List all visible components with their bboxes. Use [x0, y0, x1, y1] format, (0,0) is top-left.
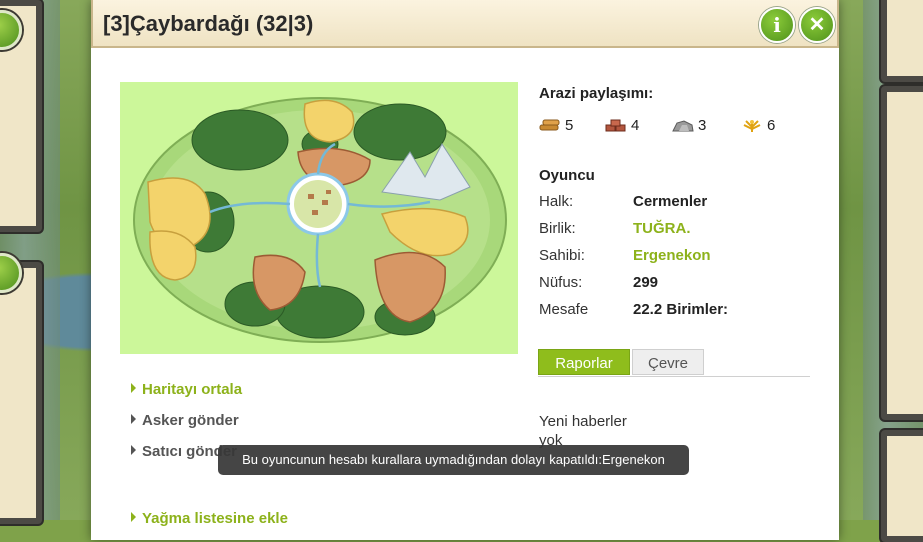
close-icon[interactable]: ✕ [799, 7, 835, 43]
village-map-illustration [133, 97, 507, 343]
center-map-label: Haritayı ortala [142, 381, 243, 398]
population-value: 299 [633, 274, 659, 291]
report-tabs: Raporlar Çevre [538, 348, 810, 377]
tribe-value: Cermenler [633, 193, 708, 210]
alliance-link[interactable]: TUĞRA. [633, 220, 691, 237]
population-label: Nüfus: [539, 274, 583, 291]
iron-count: 3 [698, 117, 707, 134]
banned-account-tooltip: Bu oyuncunun hesabı kurallara uymadığınd… [218, 445, 689, 475]
add-farm-list-label: Yağma listesine ekle [142, 510, 288, 527]
resource-iron: 3 [672, 117, 706, 134]
resource-crop: 6 [741, 117, 775, 134]
tribe-label: Halk: [539, 193, 574, 210]
player-section-title: Oyuncu [539, 167, 595, 184]
tab-surroundings[interactable]: Çevre [632, 349, 704, 375]
side-panel-right-3[interactable] [881, 430, 923, 542]
wood-count: 5 [565, 117, 574, 134]
resource-clay: 4 [605, 117, 639, 134]
dialog-title: [3]Çaybardağı (32|3) [103, 11, 314, 36]
clay-count: 4 [631, 117, 640, 134]
iron-icon [672, 119, 694, 131]
wood-icon [539, 119, 560, 130]
side-panel-right-1[interactable] [881, 0, 923, 82]
clay-icon [605, 119, 626, 131]
land-distribution-title: Arazi paylaşımı: [539, 85, 654, 102]
crop-count: 6 [767, 117, 776, 134]
add-farm-list-link[interactable]: Yağma listesine ekle [131, 510, 288, 527]
center-map-link[interactable]: Haritayı ortala [131, 381, 242, 398]
alliance-label: Birlik: [539, 220, 576, 237]
distance-value: 22.2 Birimler: [633, 301, 729, 318]
village-map-image [120, 82, 518, 354]
info-icon[interactable]: i [759, 7, 795, 43]
dialog-titlebar: [3]Çaybardağı (32|3) i ✕ [91, 0, 839, 48]
crop-icon [743, 119, 761, 132]
owner-label: Sahibi: [539, 247, 585, 264]
resource-wood: 5 [539, 117, 573, 134]
send-troops-link[interactable]: Asker gönder [131, 412, 239, 429]
send-troops-label: Asker gönder [142, 412, 239, 429]
tab-reports[interactable]: Raporlar [538, 349, 630, 375]
side-panel-left-bottom[interactable] [0, 262, 42, 524]
side-panel-right-2[interactable] [881, 86, 923, 420]
distance-label: Mesafe [539, 301, 589, 318]
owner-link[interactable]: Ergenekon [633, 247, 711, 264]
